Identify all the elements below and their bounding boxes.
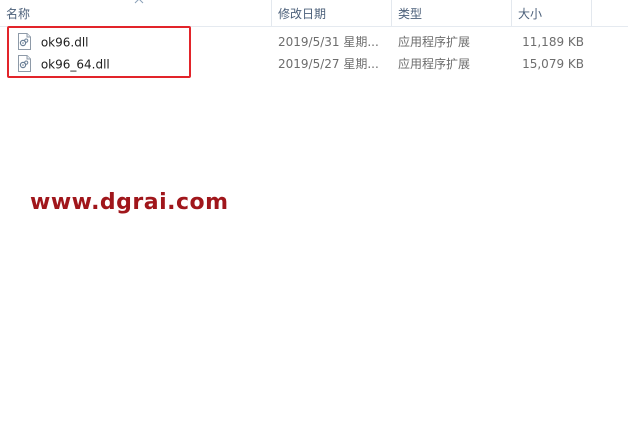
column-header-date[interactable]: 修改日期 xyxy=(272,0,392,26)
file-size: 11,189 KB xyxy=(522,35,584,49)
file-explorer-window: 名称 修改日期 类型 大小 ok96.dll 2019/5/31 星期... 应… xyxy=(0,0,628,422)
column-header-name[interactable]: 名称 xyxy=(0,0,272,26)
file-name-cell: ok96.dll xyxy=(17,31,267,53)
column-header-type[interactable]: 类型 xyxy=(392,0,512,26)
file-name: ok96_64.dll xyxy=(40,57,110,72)
file-type: 应用程序扩展 xyxy=(398,57,471,71)
column-header-date-label: 修改日期 xyxy=(278,7,327,21)
column-header-size[interactable]: 大小 xyxy=(512,0,592,26)
file-size: 15,079 KB xyxy=(522,57,584,71)
file-date: 2019/5/31 星期... xyxy=(278,35,379,49)
file-name-cell: ok96_64.dll xyxy=(17,53,267,75)
file-list: ok96.dll 2019/5/31 星期... 应用程序扩展 11,189 K… xyxy=(0,31,628,75)
file-row-ok96-64[interactable]: ok96_64.dll 2019/5/27 星期... 应用程序扩展 15,07… xyxy=(0,53,628,75)
file-type: 应用程序扩展 xyxy=(398,35,471,49)
file-row-ok96[interactable]: ok96.dll 2019/5/31 星期... 应用程序扩展 11,189 K… xyxy=(0,31,628,53)
dll-file-icon xyxy=(17,55,32,72)
column-header-type-label: 类型 xyxy=(398,7,423,21)
column-header-bar: 名称 修改日期 类型 大小 xyxy=(0,0,628,27)
file-date: 2019/5/27 星期... xyxy=(278,57,379,71)
sort-up-icon xyxy=(134,0,144,6)
column-header-name-label: 名称 xyxy=(6,7,31,21)
file-name: ok96.dll xyxy=(40,35,89,50)
watermark-text: www.dgrai.com xyxy=(30,190,229,215)
dll-file-icon xyxy=(17,33,32,50)
column-header-size-label: 大小 xyxy=(518,7,543,21)
